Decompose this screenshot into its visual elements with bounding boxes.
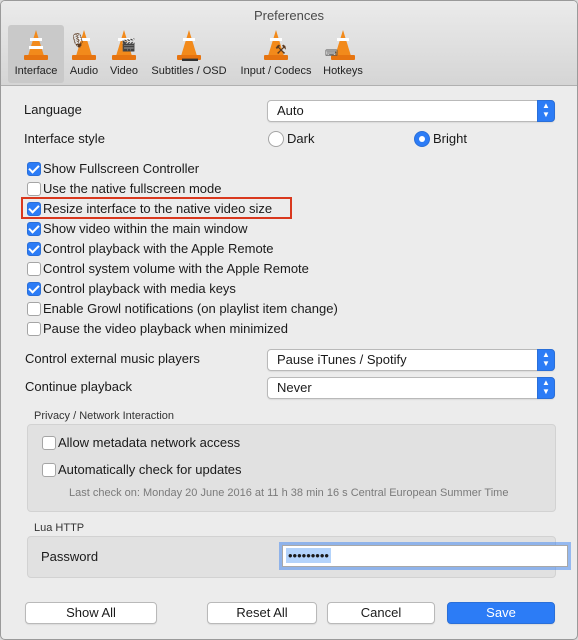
highlight-box (21, 197, 292, 219)
tab-label: Hotkeys (323, 65, 363, 77)
toolbar: Preferences Interface 🎙 Audio 🎬 Video ▬▬… (1, 1, 577, 86)
tab-label: Interface (14, 65, 58, 77)
password-label: Password (41, 549, 99, 564)
vlc-cone-input-icon: ⚒ (259, 28, 293, 62)
tab-input-codecs[interactable]: ⚒ Input / Codecs (235, 25, 317, 83)
checkbox-box[interactable] (27, 302, 41, 316)
chevron-updown-icon: ▲ ▼ (537, 349, 555, 371)
checkbox-label: Control system volume with the Apple Rem… (43, 261, 309, 276)
checkbox-box[interactable] (27, 162, 41, 176)
interface-style-label: Interface style (24, 131, 105, 146)
checkbox-box[interactable] (27, 222, 41, 236)
checkbox-label: Show Fullscreen Controller (43, 161, 200, 176)
preferences-window: Preferences Interface 🎙 Audio 🎬 Video ▬▬… (0, 0, 578, 640)
tab-video[interactable]: 🎬 Video (105, 25, 143, 83)
vlc-cone-interface-icon (19, 28, 53, 62)
checkbox-box[interactable] (27, 242, 41, 256)
tab-label: Subtitles / OSD (151, 65, 227, 77)
tab-hotkeys[interactable]: ⌨ Hotkeys (319, 25, 367, 83)
tab-audio[interactable]: 🎙 Audio (66, 25, 102, 83)
checkbox-label: Allow metadata network access (58, 435, 241, 450)
checkbox-box[interactable] (27, 282, 41, 296)
checkbox-label: Use the native fullscreen mode (43, 181, 222, 196)
radio-dark-label: Dark (287, 131, 315, 146)
chevron-updown-icon: ▲ ▼ (537, 377, 555, 399)
continue-playback-value: Never (277, 380, 312, 395)
radio-dark[interactable] (268, 131, 284, 147)
checkbox-label: Automatically check for updates (58, 462, 242, 477)
window-title: Preferences (253, 8, 325, 23)
show-all-button[interactable]: Show All (25, 602, 157, 624)
checkbox-box[interactable] (27, 182, 41, 196)
language-select[interactable]: Auto ▲ ▼ (267, 100, 555, 122)
checkbox-label: Enable Growl notifications (on playlist … (43, 301, 338, 316)
privacy-group: Allow metadata network access Automatica… (27, 424, 556, 512)
tab-interface[interactable]: Interface (8, 25, 64, 83)
password-field[interactable]: ••••••••• (282, 545, 568, 567)
language-label: Language (24, 102, 82, 117)
tab-label: Input / Codecs (240, 65, 312, 77)
tab-label: Video (110, 65, 138, 77)
external-players-label: Control external music players (25, 351, 200, 366)
lua-group: Password ••••••••• (27, 536, 568, 578)
tab-label: Audio (69, 65, 99, 77)
continue-playback-label: Continue playback (25, 379, 132, 394)
reset-all-button[interactable]: Reset All (207, 602, 317, 624)
last-check-text: Last check on: Monday 20 June 2016 at 11… (69, 487, 509, 499)
checkbox-label: Control playback with media keys (43, 281, 236, 296)
checkbox-label: Control playback with the Apple Remote (43, 241, 274, 256)
save-button[interactable]: Save (447, 602, 555, 624)
checkbox-box[interactable] (27, 262, 41, 276)
privacy-group-title: Privacy / Network Interaction (34, 410, 174, 422)
password-value: ••••••••• (286, 548, 331, 563)
cancel-button[interactable]: Cancel (327, 602, 435, 624)
external-players-value: Pause iTunes / Spotify (277, 352, 407, 367)
lua-group-title: Lua HTTP (34, 522, 85, 534)
interface-pane: Language Auto ▲ ▼ Interface style Dark Br… (1, 86, 577, 639)
radio-bright[interactable] (414, 131, 430, 147)
chevron-updown-icon: ▲ ▼ (537, 100, 555, 122)
checkbox-label: Pause the video playback when minimized (43, 321, 288, 336)
vlc-cone-audio-icon: 🎙 (67, 28, 101, 62)
checkbox-box[interactable] (27, 322, 41, 336)
checkbox-box[interactable] (42, 436, 56, 450)
external-players-select[interactable]: Pause iTunes / Spotify ▲ ▼ (267, 349, 555, 371)
vlc-cone-subtitles-icon: ▬▬ (172, 28, 206, 63)
language-value: Auto (277, 103, 304, 118)
checkbox-box[interactable] (42, 463, 56, 477)
checkbox-label: Show video within the main window (43, 221, 248, 236)
radio-bright-label: Bright (433, 131, 467, 146)
vlc-cone-video-icon: 🎬 (107, 28, 141, 62)
continue-playback-select[interactable]: Never ▲ ▼ (267, 377, 555, 399)
tab-subtitles-osd[interactable]: ▬▬ Subtitles / OSD (146, 25, 232, 83)
vlc-cone-hotkeys-icon: ⌨ (325, 28, 360, 62)
